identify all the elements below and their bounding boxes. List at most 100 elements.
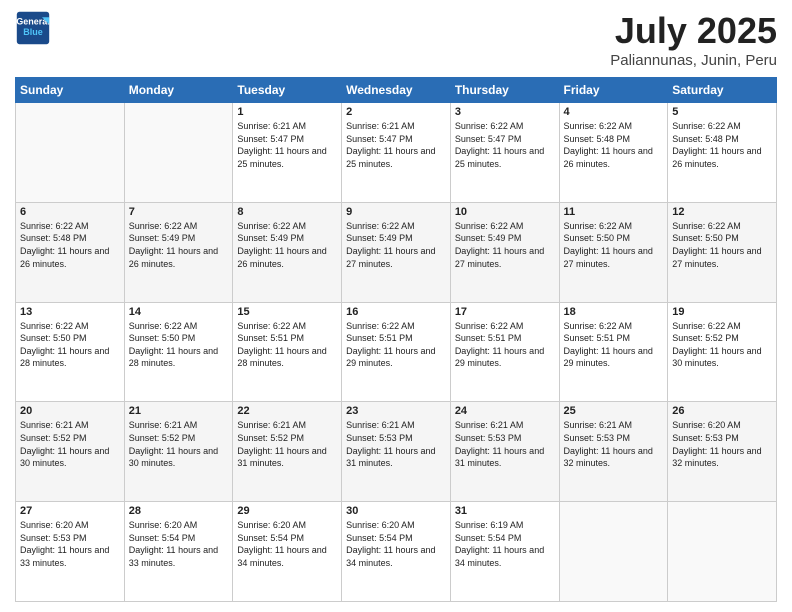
day-number: 21 (129, 405, 229, 417)
day-number: 5 (672, 106, 772, 118)
header-sunday: Sunday (16, 78, 125, 103)
sunset: Sunset: 5:53 PM (672, 433, 739, 443)
day-number: 27 (20, 505, 120, 517)
sunrise: Sunrise: 6:22 AM (672, 221, 741, 231)
day-info: Sunrise: 6:22 AM Sunset: 5:47 PM Dayligh… (455, 120, 555, 170)
daylight: Daylight: 11 hours and 27 minutes. (672, 246, 761, 269)
sunset: Sunset: 5:48 PM (564, 134, 631, 144)
daylight: Daylight: 11 hours and 33 minutes. (20, 545, 109, 568)
day-info: Sunrise: 6:22 AM Sunset: 5:49 PM Dayligh… (129, 220, 229, 270)
cell-0-6: 5 Sunrise: 6:22 AM Sunset: 5:48 PM Dayli… (668, 103, 777, 203)
day-info: Sunrise: 6:20 AM Sunset: 5:53 PM Dayligh… (672, 419, 772, 469)
daylight: Daylight: 11 hours and 30 minutes. (129, 446, 218, 469)
sunset: Sunset: 5:54 PM (129, 533, 196, 543)
daylight: Daylight: 11 hours and 25 minutes. (346, 146, 435, 169)
daylight: Daylight: 11 hours and 26 minutes. (672, 146, 761, 169)
day-info: Sunrise: 6:22 AM Sunset: 5:48 PM Dayligh… (564, 120, 664, 170)
sunrise: Sunrise: 6:22 AM (455, 121, 524, 131)
day-info: Sunrise: 6:21 AM Sunset: 5:47 PM Dayligh… (237, 120, 337, 170)
cell-3-6: 26 Sunrise: 6:20 AM Sunset: 5:53 PM Dayl… (668, 402, 777, 502)
sunrise: Sunrise: 6:20 AM (346, 520, 415, 530)
week-row-4: 27 Sunrise: 6:20 AM Sunset: 5:53 PM Dayl… (16, 502, 777, 602)
cell-3-2: 22 Sunrise: 6:21 AM Sunset: 5:52 PM Dayl… (233, 402, 342, 502)
cell-0-2: 1 Sunrise: 6:21 AM Sunset: 5:47 PM Dayli… (233, 103, 342, 203)
daylight: Daylight: 11 hours and 34 minutes. (346, 545, 435, 568)
sunset: Sunset: 5:53 PM (564, 433, 631, 443)
cell-4-2: 29 Sunrise: 6:20 AM Sunset: 5:54 PM Dayl… (233, 502, 342, 602)
day-info: Sunrise: 6:20 AM Sunset: 5:54 PM Dayligh… (346, 519, 446, 569)
sunrise: Sunrise: 6:22 AM (564, 221, 633, 231)
day-info: Sunrise: 6:22 AM Sunset: 5:50 PM Dayligh… (564, 220, 664, 270)
cell-2-3: 16 Sunrise: 6:22 AM Sunset: 5:51 PM Dayl… (342, 302, 451, 402)
sunrise: Sunrise: 6:20 AM (237, 520, 306, 530)
sunrise: Sunrise: 6:22 AM (129, 321, 198, 331)
sunrise: Sunrise: 6:22 AM (672, 321, 741, 331)
daylight: Daylight: 11 hours and 26 minutes. (564, 146, 653, 169)
daylight: Daylight: 11 hours and 29 minutes. (564, 346, 653, 369)
header-monday: Monday (124, 78, 233, 103)
sunrise: Sunrise: 6:22 AM (672, 121, 741, 131)
sunset: Sunset: 5:51 PM (346, 333, 413, 343)
header-thursday: Thursday (450, 78, 559, 103)
day-number: 23 (346, 405, 446, 417)
day-number: 18 (564, 306, 664, 318)
month-title: July 2025 (610, 10, 777, 52)
sunrise: Sunrise: 6:21 AM (20, 420, 89, 430)
cell-4-1: 28 Sunrise: 6:20 AM Sunset: 5:54 PM Dayl… (124, 502, 233, 602)
sunset: Sunset: 5:50 PM (672, 233, 739, 243)
sunrise: Sunrise: 6:22 AM (564, 321, 633, 331)
day-number: 31 (455, 505, 555, 517)
sunset: Sunset: 5:52 PM (672, 333, 739, 343)
day-info: Sunrise: 6:22 AM Sunset: 5:49 PM Dayligh… (237, 220, 337, 270)
cell-3-3: 23 Sunrise: 6:21 AM Sunset: 5:53 PM Dayl… (342, 402, 451, 502)
daylight: Daylight: 11 hours and 31 minutes. (237, 446, 326, 469)
day-number: 13 (20, 306, 120, 318)
sunset: Sunset: 5:48 PM (672, 134, 739, 144)
day-info: Sunrise: 6:22 AM Sunset: 5:48 PM Dayligh… (20, 220, 120, 270)
day-number: 28 (129, 505, 229, 517)
day-info: Sunrise: 6:22 AM Sunset: 5:50 PM Dayligh… (672, 220, 772, 270)
cell-0-4: 3 Sunrise: 6:22 AM Sunset: 5:47 PM Dayli… (450, 103, 559, 203)
day-info: Sunrise: 6:22 AM Sunset: 5:51 PM Dayligh… (346, 320, 446, 370)
sunrise: Sunrise: 6:21 AM (237, 121, 306, 131)
day-info: Sunrise: 6:22 AM Sunset: 5:49 PM Dayligh… (455, 220, 555, 270)
cell-4-5 (559, 502, 668, 602)
daylight: Daylight: 11 hours and 34 minutes. (455, 545, 544, 568)
sunrise: Sunrise: 6:21 AM (564, 420, 633, 430)
cell-1-4: 10 Sunrise: 6:22 AM Sunset: 5:49 PM Dayl… (450, 202, 559, 302)
sunset: Sunset: 5:53 PM (20, 533, 87, 543)
day-number: 6 (20, 206, 120, 218)
daylight: Daylight: 11 hours and 27 minutes. (346, 246, 435, 269)
daylight: Daylight: 11 hours and 26 minutes. (20, 246, 109, 269)
sunset: Sunset: 5:53 PM (455, 433, 522, 443)
header-wednesday: Wednesday (342, 78, 451, 103)
day-info: Sunrise: 6:20 AM Sunset: 5:54 PM Dayligh… (129, 519, 229, 569)
sunrise: Sunrise: 6:22 AM (237, 321, 306, 331)
day-info: Sunrise: 6:20 AM Sunset: 5:53 PM Dayligh… (20, 519, 120, 569)
sunset: Sunset: 5:48 PM (20, 233, 87, 243)
cell-3-0: 20 Sunrise: 6:21 AM Sunset: 5:52 PM Dayl… (16, 402, 125, 502)
day-info: Sunrise: 6:22 AM Sunset: 5:50 PM Dayligh… (129, 320, 229, 370)
day-number: 17 (455, 306, 555, 318)
sunset: Sunset: 5:50 PM (20, 333, 87, 343)
sunrise: Sunrise: 6:19 AM (455, 520, 524, 530)
day-number: 11 (564, 206, 664, 218)
day-number: 30 (346, 505, 446, 517)
sunset: Sunset: 5:51 PM (564, 333, 631, 343)
cell-3-1: 21 Sunrise: 6:21 AM Sunset: 5:52 PM Dayl… (124, 402, 233, 502)
sunset: Sunset: 5:53 PM (346, 433, 413, 443)
day-number: 15 (237, 306, 337, 318)
sunrise: Sunrise: 6:22 AM (346, 221, 415, 231)
day-number: 12 (672, 206, 772, 218)
day-info: Sunrise: 6:22 AM Sunset: 5:50 PM Dayligh… (20, 320, 120, 370)
sunset: Sunset: 5:54 PM (237, 533, 304, 543)
day-number: 22 (237, 405, 337, 417)
day-number: 2 (346, 106, 446, 118)
cell-2-1: 14 Sunrise: 6:22 AM Sunset: 5:50 PM Dayl… (124, 302, 233, 402)
cell-4-3: 30 Sunrise: 6:20 AM Sunset: 5:54 PM Dayl… (342, 502, 451, 602)
daylight: Daylight: 11 hours and 26 minutes. (237, 246, 326, 269)
sunrise: Sunrise: 6:22 AM (20, 321, 89, 331)
daylight: Daylight: 11 hours and 25 minutes. (237, 146, 326, 169)
cell-4-4: 31 Sunrise: 6:19 AM Sunset: 5:54 PM Dayl… (450, 502, 559, 602)
cell-2-5: 18 Sunrise: 6:22 AM Sunset: 5:51 PM Dayl… (559, 302, 668, 402)
